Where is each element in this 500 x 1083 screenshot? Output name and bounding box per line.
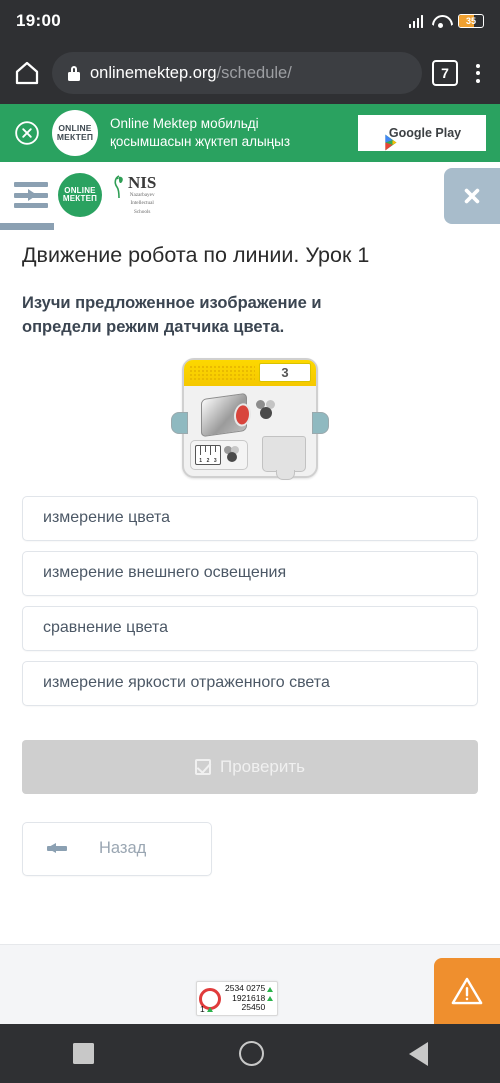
app-install-banner: ONLINE МЕКТЕП Online Mektep мобильді қос…	[0, 104, 500, 162]
android-navigation-bar	[0, 1024, 500, 1083]
banner-text-line1: Online Mektep мобильді	[110, 115, 259, 131]
close-circle-icon[interactable]	[14, 120, 40, 146]
triangle-up-icon	[267, 986, 274, 992]
battery-percent-label: 35	[465, 16, 476, 26]
kebab-menu-icon[interactable]	[468, 63, 488, 83]
status-bar-icons: 35	[408, 14, 484, 28]
nis-logo: NIS Nazarbayev Intellectual Schools	[112, 174, 156, 215]
status-bar-clock: 19:00	[16, 11, 61, 30]
signal-bars-icon	[408, 14, 423, 28]
status-bar: 19:00 35	[0, 0, 500, 42]
circle-home-icon[interactable]	[238, 1041, 264, 1066]
question-line-2: определи режим датчика цвета.	[22, 317, 285, 336]
close-x-icon[interactable]	[444, 168, 500, 224]
page-title: Движение робота по линии. Урок 1	[22, 243, 370, 267]
lock-icon	[68, 65, 80, 81]
question-text: Изучи предложенное изображение и определ…	[0, 276, 500, 340]
nis-logo-main: NIS	[128, 173, 157, 193]
sensor-measure-icon: 123	[190, 439, 248, 470]
sensor-image-container: 3 123	[0, 340, 500, 488]
report-problem-button[interactable]	[434, 958, 500, 1024]
sensor-port-value: 3	[259, 363, 311, 383]
answer-option[interactable]: сравнение цвета	[22, 605, 478, 651]
checkbox-checked-icon	[194, 758, 211, 775]
answer-option-label: сравнение цвета	[43, 619, 169, 637]
address-bar[interactable]: onlinemektep.org/schedule/	[52, 52, 422, 94]
answer-option[interactable]: измерение внешнего освещения	[22, 550, 478, 596]
tab-counter-button[interactable]: 7	[432, 60, 458, 86]
question-line-1: Изучи предложенное изображение и	[22, 293, 322, 312]
answer-option-label: измерение цвета	[43, 509, 170, 527]
home-icon[interactable]	[12, 58, 42, 88]
nis-logo-sub-line3: Schools	[133, 208, 151, 215]
ev3-color-sensor-block: 3 123	[171, 357, 329, 480]
nis-bird-icon	[112, 174, 126, 200]
header-accent-bar	[0, 223, 54, 230]
counter-numbers: 2534 0275 1921618 25450	[225, 984, 274, 1013]
check-answer-button[interactable]: Проверить	[22, 739, 478, 794]
battery-icon: 35	[458, 14, 484, 28]
back-button[interactable]: Назад	[22, 821, 212, 876]
answer-option-label: измерение яркости отраженного света	[43, 674, 330, 692]
site-logo-line2: МЕКТЕП	[62, 194, 98, 203]
sensor-header-pattern	[189, 364, 255, 381]
browser-toolbar: onlinemektep.org/schedule/ 7	[0, 42, 500, 104]
back-button-label: Назад	[99, 839, 147, 858]
banner-brand-logo: ONLINE МЕКТЕП	[52, 110, 98, 156]
answer-option-label: измерение внешнего освещения	[43, 564, 287, 582]
triangle-up-icon	[206, 1006, 213, 1012]
sensor-connector-left	[171, 411, 188, 434]
triangle-up-icon	[267, 996, 274, 1002]
warning-triangle-icon	[451, 977, 483, 1005]
triangle-back-icon[interactable]	[408, 1041, 428, 1066]
answer-option[interactable]: измерение цвета	[22, 495, 478, 541]
site-header: ONLINE МЕКТЕП NIS Nazarbayev Intellectua…	[0, 162, 500, 230]
square-recents-icon[interactable]	[72, 1043, 94, 1064]
banner-logo-line2: МЕКТЕП	[56, 132, 94, 142]
sensor-connector-right	[312, 411, 329, 434]
page-footer: 2534 0275 1921618 25450 1	[0, 944, 500, 1024]
ruler-icon: 123	[195, 444, 221, 465]
banner-text-line2: қосымшасын жүктеп алыңыз	[110, 134, 291, 149]
check-answer-label: Проверить	[219, 756, 306, 776]
answer-option[interactable]: измерение яркости отраженного света	[22, 660, 478, 706]
arrow-left-icon	[47, 841, 69, 857]
sensor-block-header: 3	[184, 359, 316, 386]
phone-screen: 19:00 35 onlinemektep.org/schedule/ 7 ON…	[0, 0, 500, 1083]
google-play-button[interactable]: Google Play	[358, 115, 486, 151]
counter-value-3: 25450	[241, 1002, 266, 1013]
web-page-content: ONLINE МЕКТЕП Online Mektep мобильді қос…	[0, 104, 500, 1024]
nis-logo-sub-line1: Nazarbayev	[129, 192, 155, 199]
sensor-block-body: 123	[171, 386, 329, 480]
visitor-counter-widget[interactable]: 2534 0275 1921618 25450 1	[196, 981, 279, 1016]
site-brand-logo[interactable]: ONLINE МЕКТЕП	[58, 173, 102, 217]
sensor-mode-dots-icon	[256, 399, 286, 422]
url-domain: onlinemektep.org	[90, 63, 217, 82]
measure-dots-icon	[224, 445, 242, 464]
color-sensor-lens-icon	[201, 392, 247, 438]
wifi-icon	[432, 14, 449, 28]
counter-rank-value: 1	[200, 1004, 205, 1014]
counter-rank: 1	[200, 1004, 213, 1014]
menu-indent-icon[interactable]	[14, 182, 48, 208]
nis-logo-sub-line2: Intellectual	[130, 200, 154, 207]
sensor-plug-icon	[262, 435, 306, 480]
url-path: /schedule/	[216, 63, 292, 82]
answer-options-list: измерение цвета измерение внешнего освещ…	[0, 488, 500, 706]
url-text: onlinemektep.org/schedule/	[90, 64, 292, 83]
banner-text: Online Mektep мобильді қосымшасын жүктеп…	[110, 115, 346, 151]
